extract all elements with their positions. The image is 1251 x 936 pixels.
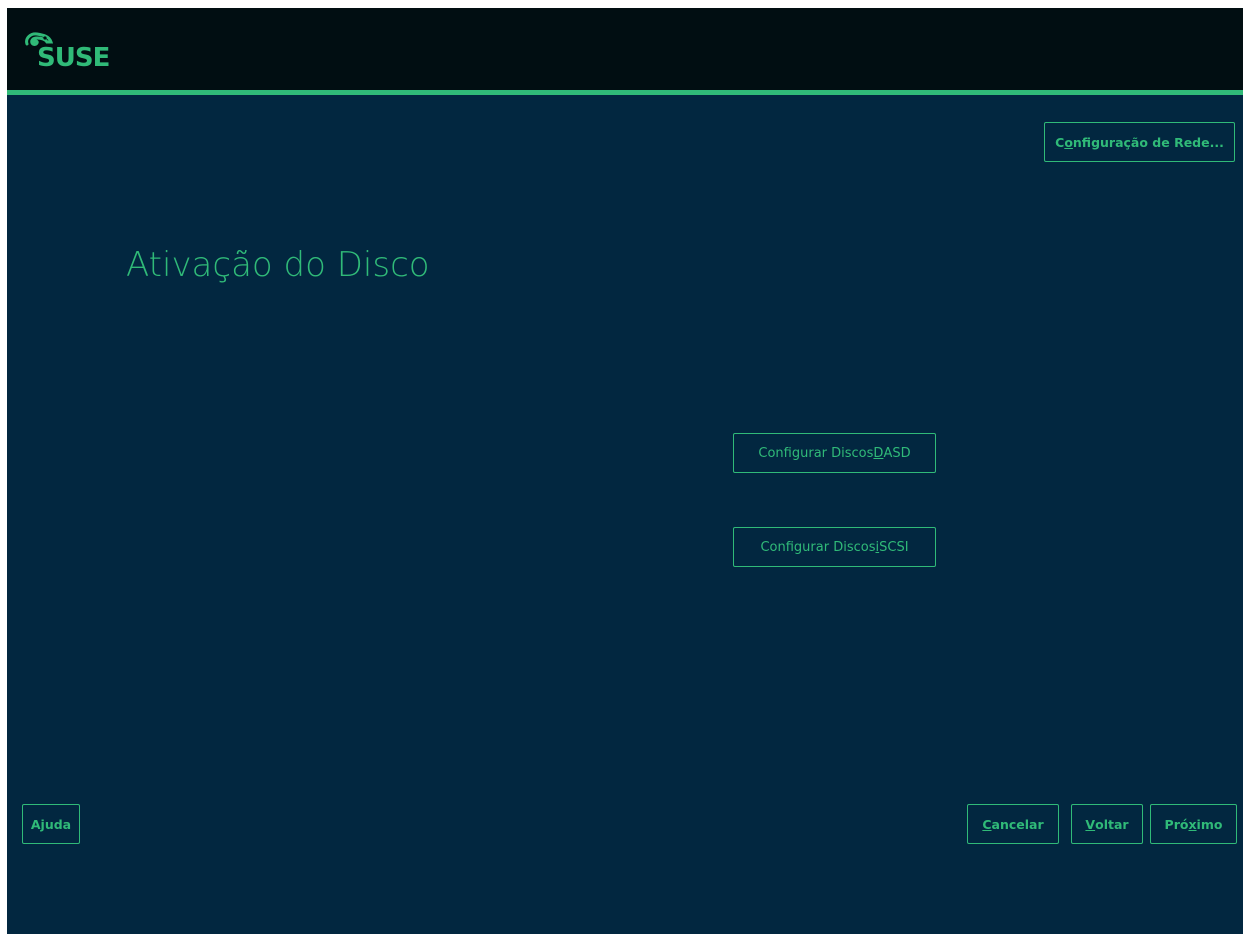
installer-window: SUSE Co nfiguração de Rede... Ativação do…: [7, 8, 1243, 934]
page-title: Ativação do Disco: [126, 245, 430, 285]
back-label-end: oltar: [1095, 816, 1129, 832]
help-label: Ajuda: [30, 816, 72, 832]
dasd-label-start: Configurar Discos: [758, 445, 874, 461]
cancel-button[interactable]: Cancelar: [967, 804, 1059, 844]
next-label-start: Pró: [1164, 816, 1189, 832]
next-button[interactable]: Pró x imo: [1150, 804, 1237, 844]
network-config-label-start: C: [1055, 134, 1065, 150]
iscsi-label-end: SCSI: [879, 539, 909, 555]
help-button[interactable]: Ajuda: [22, 804, 80, 844]
configure-iscsi-button[interactable]: Configurar Discos i SCSI: [733, 527, 936, 567]
suse-logo: SUSE: [23, 30, 123, 74]
dasd-shortcut: D: [873, 445, 884, 461]
logo-text: SUSE: [37, 43, 110, 73]
accent-divider: [7, 90, 1243, 95]
back-shortcut: V: [1085, 816, 1096, 832]
next-shortcut: x: [1188, 816, 1197, 832]
next-label-end: imo: [1196, 816, 1223, 832]
network-config-shortcut: o: [1064, 134, 1073, 150]
network-config-label-end: nfiguração de Rede...: [1072, 134, 1224, 150]
cancel-shortcut: C: [982, 816, 992, 832]
cancel-label-end: ancelar: [991, 816, 1044, 832]
dasd-label-end: ASD: [883, 445, 911, 461]
top-bar: SUSE: [7, 8, 1243, 90]
configure-dasd-button[interactable]: Configurar Discos D ASD: [733, 433, 936, 473]
iscsi-label-start: Configurar Discos: [760, 539, 876, 555]
back-button[interactable]: Voltar: [1071, 804, 1143, 844]
network-config-button[interactable]: Co nfiguração de Rede...: [1044, 122, 1235, 162]
